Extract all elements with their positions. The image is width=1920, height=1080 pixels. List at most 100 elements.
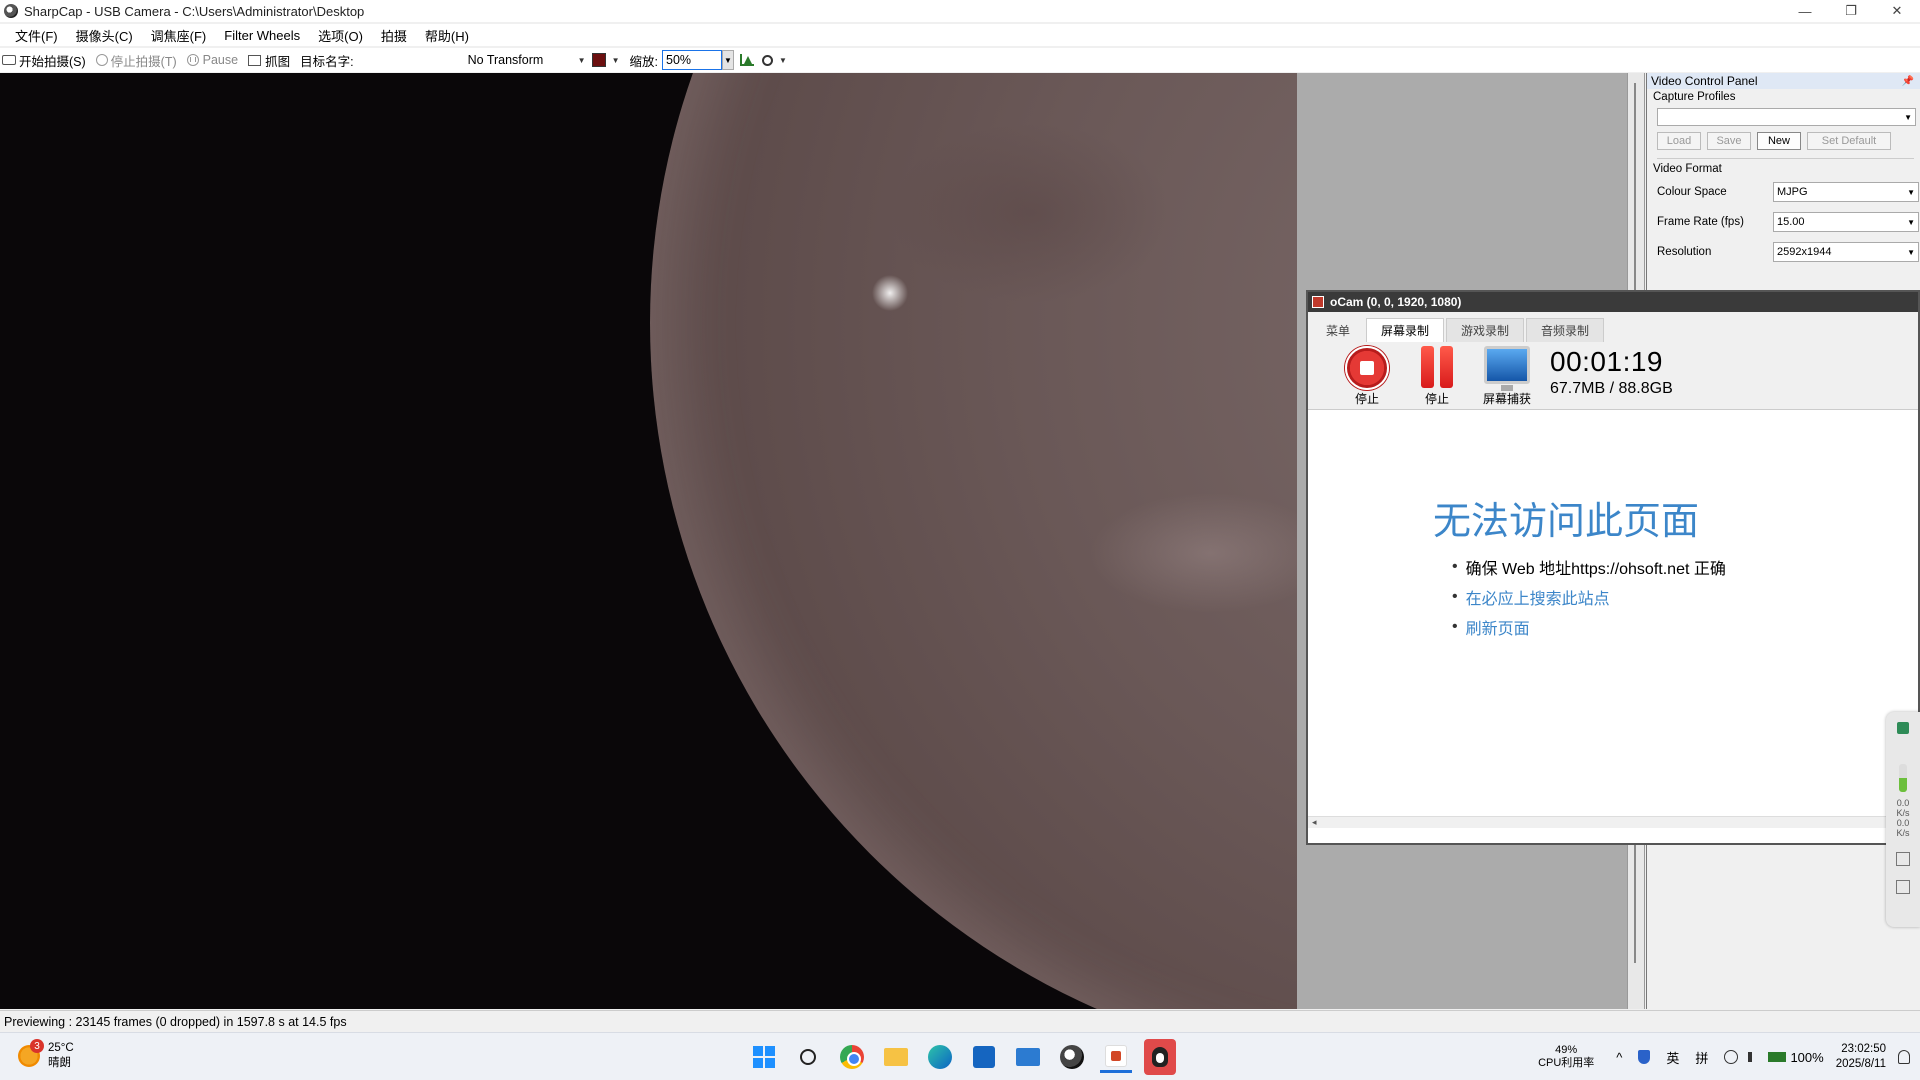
notification-bell-icon[interactable] <box>1898 1050 1910 1064</box>
error-heading: 无法访问此页面 <box>1433 501 1700 543</box>
tab-audio-record[interactable]: 音频录制 <box>1526 318 1605 342</box>
zoom-input[interactable]: 50% <box>662 50 722 70</box>
new-profile-button[interactable]: New <box>1757 132 1801 150</box>
horizontal-scrollbar[interactable]: ◂ <box>1308 816 1918 828</box>
tab-menu[interactable]: 菜单 <box>1312 318 1364 342</box>
tab-screen-record[interactable]: 屏幕录制 <box>1366 318 1445 342</box>
minimize-button[interactable]: — <box>1782 0 1828 22</box>
colour-space-field: Colour Space MJPG ▼ <box>1647 177 1920 207</box>
toolbar: 开始拍摄(S) 停止拍摄(T) Pause 抓图 目标名字: No Transf… <box>0 48 1920 72</box>
speaker-icon[interactable] <box>1748 1052 1758 1062</box>
pause-icon <box>186 54 199 66</box>
menu-options[interactable]: 选项(O) <box>309 26 372 45</box>
capture-profile-select[interactable]: ▼ <box>1657 108 1916 126</box>
pause-record-button[interactable]: 停止 <box>1402 346 1472 407</box>
taskbar-store[interactable] <box>968 1041 1000 1073</box>
menu-capture[interactable]: 拍摄 <box>372 26 416 45</box>
chart-icon[interactable] <box>1896 852 1910 866</box>
taskbar-search[interactable] <box>792 1041 824 1073</box>
taskbar-qq[interactable] <box>1144 1039 1176 1075</box>
taskbar-chrome[interactable] <box>836 1041 868 1073</box>
start-capture-label: 开始拍摄(S) <box>19 54 86 69</box>
network-monitor-widget[interactable]: 0.0 K/s 0.0 K/s <box>1886 712 1920 927</box>
menu-filter-wheels[interactable]: Filter Wheels <box>215 28 309 43</box>
taskbar-ocam[interactable] <box>1100 1041 1132 1073</box>
file-size: 67.7MB / 88.8GB <box>1550 380 1673 397</box>
moon-image <box>650 73 1297 1009</box>
record-stop-icon <box>1345 346 1389 390</box>
profile-buttons: Load Save New Set Default <box>1647 132 1920 156</box>
menu-camera[interactable]: 摄像头(C) <box>67 26 142 45</box>
load-profile-button[interactable]: Load <box>1657 132 1701 150</box>
search-icon[interactable] <box>1896 880 1910 894</box>
magnifier-button[interactable]: ▼ <box>762 54 787 66</box>
stop-record-button[interactable]: 停止 <box>1332 346 1402 407</box>
status-bar: Previewing : 23145 frames (0 dropped) in… <box>0 1010 1920 1032</box>
target-name: 目标名字: <box>300 51 353 70</box>
taskbar-sharpcap[interactable] <box>1056 1041 1088 1073</box>
weather-widget[interactable]: 3 25°C 晴朗 <box>18 1039 74 1071</box>
sun-icon: 3 <box>18 1039 44 1067</box>
chevron-down-icon: ▼ <box>1904 112 1912 122</box>
camera-icon <box>2 55 16 65</box>
battery-icon[interactable] <box>1768 1052 1787 1062</box>
ime-language[interactable]: 英 <box>1666 1048 1679 1067</box>
taskbar-keyboard-app[interactable] <box>1012 1041 1044 1073</box>
taskbar-edge[interactable] <box>924 1041 956 1073</box>
chevron-up-icon[interactable]: ^ <box>1616 1050 1622 1065</box>
camera-preview[interactable] <box>0 73 1297 1009</box>
menu-file[interactable]: 文件(F) <box>6 26 67 45</box>
menu-focuser[interactable]: 调焦座(F) <box>142 26 216 45</box>
magnifier-icon <box>762 54 773 66</box>
pause-label: Pause <box>202 53 239 67</box>
tab-game-record[interactable]: 游戏录制 <box>1446 318 1525 342</box>
download-speed: 0.0 <box>1896 818 1910 828</box>
panel-header: Video Control Panel 📌 <box>1647 73 1920 89</box>
zoom-control: 缩放: 50% ▼ <box>630 50 734 70</box>
colour-space-value: MJPG <box>1777 186 1808 198</box>
shield-icon[interactable] <box>1638 1050 1651 1064</box>
taskbar-explorer[interactable] <box>880 1041 912 1073</box>
maximize-button[interactable]: ❐ <box>1828 0 1874 22</box>
panel-title: Video Control Panel <box>1651 74 1758 88</box>
zoom-dropdown-button[interactable]: ▼ <box>722 50 734 70</box>
start-capture-button[interactable]: 开始拍摄(S) <box>2 51 86 70</box>
clock[interactable]: 23:02:50 2025/8/11 <box>1836 1042 1886 1072</box>
capture-profiles-label: Capture Profiles <box>1653 91 1736 103</box>
grab-frame-button[interactable]: 抓图 <box>248 51 290 70</box>
edge-icon <box>928 1045 952 1069</box>
histogram-icon[interactable] <box>740 54 754 66</box>
system-tray: 49% CPU利用率 ^ 英 拼 100% 23:02:50 2025/8/11 <box>1538 1033 1920 1080</box>
ocam-title-bar[interactable]: oCam (0, 0, 1920, 1080) <box>1308 292 1918 312</box>
chevron-down-icon: ▼ <box>611 55 620 65</box>
ime-mode[interactable]: 拼 <box>1695 1048 1708 1067</box>
chevron-down-icon: ▼ <box>1907 247 1915 257</box>
save-profile-button[interactable]: Save <box>1707 132 1751 150</box>
color-picker-button[interactable]: ▼ <box>591 53 620 67</box>
pause-button[interactable]: Pause <box>186 53 239 67</box>
stop-capture-button[interactable]: 停止拍摄(T) <box>95 51 177 70</box>
upload-speed: 0.0 <box>1896 798 1910 808</box>
keyboard-app-icon <box>1016 1048 1040 1066</box>
start-button[interactable] <box>748 1041 780 1073</box>
folder-icon <box>884 1048 908 1066</box>
resolution-select[interactable]: 2592x1944 ▼ <box>1773 242 1919 262</box>
close-button[interactable]: ✕ <box>1874 0 1920 22</box>
search-icon <box>800 1049 816 1065</box>
clock-time: 23:02:50 <box>1841 1043 1886 1055</box>
title-bar: SharpCap - USB Camera - C:\Users\Adminis… <box>0 0 1920 22</box>
transform-select[interactable]: No Transform ▼ <box>468 53 586 67</box>
cpu-usage[interactable]: 49% CPU利用率 <box>1538 1044 1594 1070</box>
search-bing-link[interactable]: 在必应上搜索此站点 <box>1452 582 1726 612</box>
screen-capture-button[interactable]: 屏幕捕获 <box>1472 346 1542 407</box>
network-icon[interactable] <box>1724 1050 1739 1064</box>
frame-rate-label: Frame Rate (fps) <box>1657 216 1744 228</box>
colour-space-select[interactable]: MJPG ▼ <box>1773 182 1919 202</box>
refresh-page-link[interactable]: 刷新页面 <box>1452 612 1726 642</box>
set-default-button[interactable]: Set Default <box>1807 132 1891 150</box>
pin-icon[interactable]: 📌 <box>1902 76 1914 87</box>
resolution-field: Resolution 2592x1944 ▼ <box>1647 237 1920 267</box>
menu-help[interactable]: 帮助(H) <box>416 26 478 45</box>
stop-record-label: 停止 <box>1354 392 1379 406</box>
frame-rate-select[interactable]: 15.00 ▼ <box>1773 212 1919 232</box>
